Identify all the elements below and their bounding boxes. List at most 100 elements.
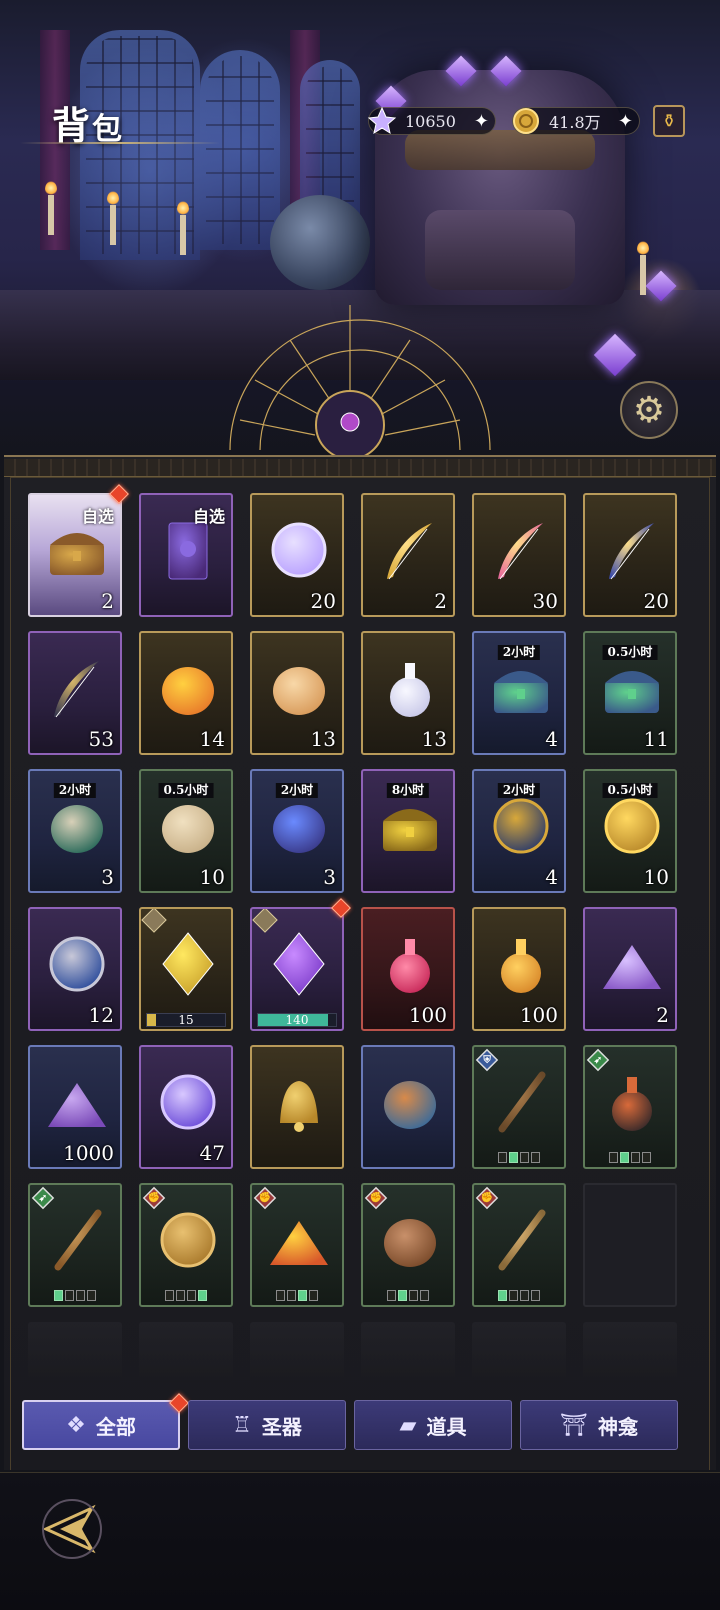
golden-bell-icon [280,1081,318,1132]
inventory-slot[interactable]: ✊ [472,1183,566,1307]
empty-row-cell [139,1322,233,1382]
inventory-slot[interactable]: 15 [139,907,233,1031]
optional-tag: 自选 [81,507,114,526]
rune-coin-icon [49,936,105,992]
gem-slot-icon [141,909,167,933]
gold-amount: 41.8万 [549,113,601,132]
level-pip [498,1290,507,1301]
orange-potion-icon [501,939,541,993]
candle [637,241,649,295]
inventory-slot[interactable]: 0.5小时 10 [139,769,233,893]
upgrade-chest-icon [494,671,548,713]
inventory-slot[interactable]: 12 [28,907,122,1031]
arrowhead-icon [54,1209,102,1271]
inventory-slot[interactable]: 2小时 3 [250,769,344,893]
inventory-slot[interactable]: 13 [250,631,344,755]
conch-shell-icon [273,667,325,715]
dark-flask-icon [612,1077,652,1131]
empty-row-cell [250,1322,344,1382]
clay-pot-icon [384,1081,436,1129]
fist-type-icon: ✊ [364,1186,388,1210]
grid-icon: ❖ [66,1412,86,1438]
inventory-slot[interactable]: 47 [139,1045,233,1169]
inventory-slot[interactable]: 2小时 4 [472,631,566,755]
level-pip [642,1152,651,1163]
upgrade-chest-icon [605,671,659,713]
inventory-slot[interactable]: 1000 [28,1045,122,1169]
candle [177,201,189,255]
tab-shrine[interactable]: ⛩ 神龛 [520,1400,678,1450]
golden-feather-icon [387,523,432,580]
level-pips [387,1290,429,1301]
inventory-slot[interactable] [250,1045,344,1169]
back-button[interactable] [38,1495,106,1563]
inventory-slot[interactable]: ✊ [361,1183,455,1307]
item-count: 1000 [63,1141,114,1165]
inventory-slot[interactable]: 13 [361,631,455,755]
empty-row-cell [472,1322,566,1382]
inventory-slot[interactable]: ✊ [250,1183,344,1307]
level-pip [76,1290,85,1301]
progress-bar: 15 [146,1013,226,1027]
inventory-slot[interactable]: 0.5小时 11 [583,631,677,755]
item-count: 14 [199,727,225,751]
tab-relics[interactable]: ♖ 圣器 [188,1400,346,1450]
inventory-slot[interactable]: 2小时 4 [472,769,566,893]
inventory-slot[interactable]: 2小时 3 [28,769,122,893]
ingot-icon: ▰ [399,1412,417,1438]
gem-slot-icon [252,909,278,933]
purple-dust-icon [48,1083,106,1127]
amethyst-pile-icon [603,945,661,989]
inventory-slot[interactable]: ⛨ [472,1045,566,1169]
add-gold-button[interactable]: ✦ [618,111,633,132]
inventory-slot[interactable]: ✊ [139,1183,233,1307]
perfume-bottle-icon [390,663,430,717]
level-pip [609,1152,618,1163]
inventory-slot[interactable]: 20 [250,493,344,617]
optional-tag: 自选 [192,507,225,526]
bottom-bar [0,1472,720,1610]
item-count: 2 [434,589,447,613]
crystal-ring-icon [271,522,327,578]
inventory-slot[interactable]: 100 [472,907,566,1031]
item-count: 20 [643,589,669,613]
level-pip [176,1290,185,1301]
inventory-slot[interactable]: 自选 2 [28,493,122,617]
inventory-slot[interactable]: 100 [361,907,455,1031]
add-gems-button[interactable]: ✦ [474,111,489,132]
duration-label: 2小时 [53,783,97,798]
tab-all[interactable]: ❖ 全部 [22,1393,189,1450]
item-count: 3 [101,865,114,889]
progress-value: 140 [285,1013,309,1027]
item-count: 2 [656,1003,669,1027]
level-pip [520,1290,529,1301]
inventory-slot[interactable]: 2 [361,493,455,617]
inventory-slot[interactable]: ➶ [583,1045,677,1169]
inventory-slot[interactable]: 8小时 [361,769,455,893]
potion-shop-button[interactable]: ⚱ [653,105,685,137]
inventory-slot[interactable]: 自选 [139,493,233,617]
level-pip [387,1290,396,1301]
inventory-slot[interactable]: 30 [472,493,566,617]
level-pip [509,1152,518,1163]
settings-button[interactable]: ⚙ [620,381,678,439]
magic-orb-icon [160,1074,216,1130]
inventory-slot[interactable] [361,1045,455,1169]
item-count: 4 [545,865,558,889]
gold-currency: 41.8万 ✦ [512,107,640,135]
inventory-slot[interactable]: 20 [583,493,677,617]
inventory-slot[interactable]: 14 [139,631,233,755]
empty-row-cell [28,1322,122,1382]
progress-bar: 140 [257,1013,337,1027]
tab-items[interactable]: ▰ 道具 [354,1400,512,1450]
fist-type-icon: ✊ [475,1186,499,1210]
inventory-slot[interactable]: 0.5小时 10 [583,769,677,893]
inventory-slot[interactable]: 53 [28,631,122,755]
inventory-slot[interactable]: ➶ [28,1183,122,1307]
inventory-slot[interactable]: 140 [250,907,344,1031]
celestial-ornament [229,305,491,460]
level-pips [498,1152,540,1163]
level-pips [609,1152,651,1163]
empty-row-cell [583,1322,677,1382]
inventory-slot[interactable]: 2 [583,907,677,1031]
